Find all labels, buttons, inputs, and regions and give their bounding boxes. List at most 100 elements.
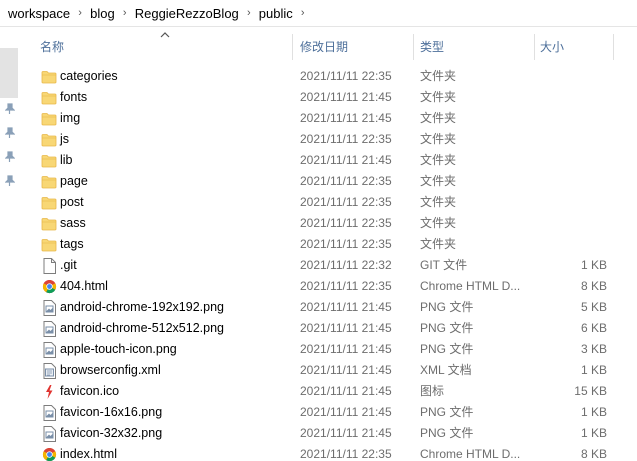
chevron-right-icon[interactable]: › — [72, 7, 88, 19]
chrome-icon — [41, 278, 57, 295]
nav-scrollbar-thumb[interactable] — [0, 48, 18, 98]
file-name: post — [60, 195, 84, 209]
breadcrumb-item-workspace[interactable]: workspace — [6, 6, 72, 21]
breadcrumb[interactable]: workspace › blog › ReggieRezzoBlog › pub… — [0, 0, 637, 27]
image-file-icon — [41, 299, 57, 316]
file-row[interactable]: page 2021/11/11 22:35 文件夹 — [20, 171, 637, 192]
ico-file-icon — [41, 383, 57, 400]
pin-icon[interactable] — [3, 126, 17, 140]
folder-icon — [41, 152, 57, 169]
breadcrumb-item-reggierezzoblog[interactable]: ReggieRezzoBlog — [133, 6, 241, 21]
file-name: 404.html — [60, 279, 108, 293]
file-row[interactable]: .git 2021/11/11 22:32 GIT 文件 1 KB — [20, 255, 637, 276]
file-size: 1 KB — [580, 258, 607, 272]
file-type: 文件夹 — [420, 195, 457, 209]
breadcrumb-item-blog[interactable]: blog — [88, 6, 117, 21]
column-header-size[interactable]: 大小 — [520, 28, 610, 64]
file-size: 5 KB — [580, 300, 607, 314]
file-name: .git — [60, 258, 77, 272]
file-size: 1 KB — [580, 426, 607, 440]
file-size: 3 KB — [580, 342, 607, 356]
breadcrumb-item-public[interactable]: public — [257, 6, 295, 21]
column-divider[interactable] — [613, 34, 614, 60]
column-header: 名称 修改日期 类型 大小 — [20, 28, 637, 64]
file-row[interactable]: index.html 2021/11/11 22:35 Chrome HTML D.… — [20, 444, 637, 461]
chrome-icon — [41, 446, 57, 461]
folder-icon — [41, 131, 57, 148]
file-name: fonts — [60, 90, 88, 104]
file-size: 6 KB — [580, 321, 607, 335]
column-header-modified[interactable]: 修改日期 — [280, 28, 412, 64]
file-explorer-window: workspace › blog › ReggieRezzoBlog › pub… — [0, 0, 637, 461]
folder-icon — [41, 236, 57, 253]
navigation-pane[interactable] — [0, 28, 20, 461]
file-name: favicon-32x32.png — [60, 426, 163, 440]
xml-file-icon — [41, 362, 57, 379]
image-file-icon — [41, 425, 57, 442]
file-row[interactable]: apple-touch-icon.png 2021/11/11 21:45 PNG … — [20, 339, 637, 360]
folder-icon — [41, 215, 57, 232]
column-header-type[interactable]: 类型 — [400, 28, 530, 64]
folder-icon — [41, 110, 57, 127]
chevron-right-icon[interactable]: › — [117, 7, 133, 19]
folder-icon — [41, 173, 57, 190]
file-row[interactable]: sass 2021/11/11 22:35 文件夹 — [20, 213, 637, 234]
file-type: PNG 文件 — [420, 300, 474, 314]
file-name: browserconfig.xml — [60, 363, 161, 377]
column-header-name[interactable]: 名称 — [20, 28, 280, 64]
file-name: tags — [60, 237, 84, 251]
file-row[interactable]: favicon-32x32.png 2021/11/11 21:45 PNG 文件 1… — [20, 423, 637, 444]
file-name: lib — [60, 153, 73, 167]
blank-file-icon — [41, 257, 57, 274]
file-modified-date: 2021/11/11 21:45 — [300, 111, 392, 125]
pin-icon[interactable] — [3, 102, 17, 116]
file-row[interactable]: 404.html 2021/11/11 22:35 Chrome HTML D...… — [20, 276, 637, 297]
file-type: PNG 文件 — [420, 342, 474, 356]
file-name: img — [60, 111, 81, 125]
chevron-right-icon[interactable]: › — [295, 7, 311, 19]
file-row[interactable]: js 2021/11/11 22:35 文件夹 — [20, 129, 637, 150]
file-row[interactable]: favicon-16x16.png 2021/11/11 21:45 PNG 文件 1… — [20, 402, 637, 423]
column-header-type-label: 类型 — [420, 39, 445, 54]
file-size: 1 KB — [580, 363, 607, 377]
file-modified-date: 2021/11/11 22:35 — [300, 174, 392, 188]
file-row[interactable]: android-chrome-512x512.png 2021/11/11 21:… — [20, 318, 637, 339]
file-modified-date: 2021/11/11 21:45 — [300, 300, 392, 314]
file-modified-date: 2021/11/11 22:35 — [300, 132, 392, 146]
file-row[interactable]: categories 2021/11/11 22:35 文件夹 — [20, 66, 637, 87]
file-modified-date: 2021/11/11 22:35 — [300, 237, 392, 251]
image-file-icon — [41, 404, 57, 421]
pin-icon[interactable] — [3, 174, 17, 188]
file-name: sass — [60, 216, 86, 230]
file-type: 文件夹 — [420, 90, 457, 104]
file-size: 8 KB — [580, 447, 607, 461]
file-modified-date: 2021/11/11 22:32 — [300, 258, 392, 272]
file-row[interactable]: tags 2021/11/11 22:35 文件夹 — [20, 234, 637, 255]
file-type: 文件夹 — [420, 174, 457, 188]
file-type: PNG 文件 — [420, 321, 474, 335]
file-modified-date: 2021/11/11 21:45 — [300, 321, 392, 335]
file-modified-date: 2021/11/11 22:35 — [300, 447, 392, 461]
file-modified-date: 2021/11/11 21:45 — [300, 90, 392, 104]
file-row[interactable]: post 2021/11/11 22:35 文件夹 — [20, 192, 637, 213]
file-type: 文件夹 — [420, 132, 457, 146]
file-row[interactable]: browserconfig.xml 2021/11/11 21:45 XML 文档 1… — [20, 360, 637, 381]
file-type: Chrome HTML D... — [420, 447, 521, 461]
file-row[interactable]: img 2021/11/11 21:45 文件夹 — [20, 108, 637, 129]
file-modified-date: 2021/11/11 21:45 — [300, 153, 392, 167]
file-row[interactable]: lib 2021/11/11 21:45 文件夹 — [20, 150, 637, 171]
file-name: favicon-16x16.png — [60, 405, 163, 419]
pin-icon[interactable] — [3, 150, 17, 164]
image-file-icon — [41, 320, 57, 337]
file-size: 1 KB — [580, 405, 607, 419]
file-name: page — [60, 174, 88, 188]
chevron-right-icon[interactable]: › — [241, 7, 257, 19]
file-size: 15 KB — [574, 384, 607, 398]
file-modified-date: 2021/11/11 21:45 — [300, 405, 392, 419]
file-row[interactable]: fonts 2021/11/11 21:45 文件夹 — [20, 87, 637, 108]
file-type: XML 文档 — [420, 363, 472, 377]
file-row[interactable]: favicon.ico 2021/11/11 21:45 图标 15 KB — [20, 381, 637, 402]
file-modified-date: 2021/11/11 22:35 — [300, 279, 392, 293]
file-name: index.html — [60, 447, 117, 461]
file-row[interactable]: android-chrome-192x192.png 2021/11/11 21:… — [20, 297, 637, 318]
